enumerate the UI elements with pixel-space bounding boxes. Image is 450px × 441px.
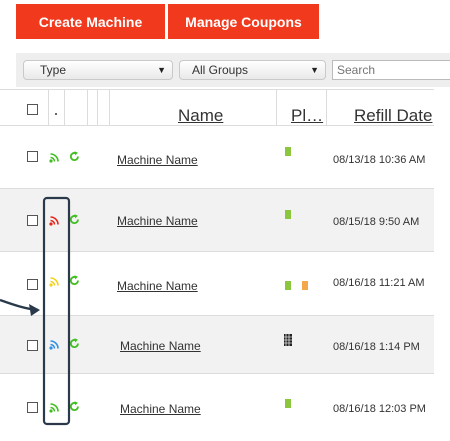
arrowhead-icon [29,304,40,316]
annotation-overlay [0,196,71,426]
highlight-box [42,196,71,426]
